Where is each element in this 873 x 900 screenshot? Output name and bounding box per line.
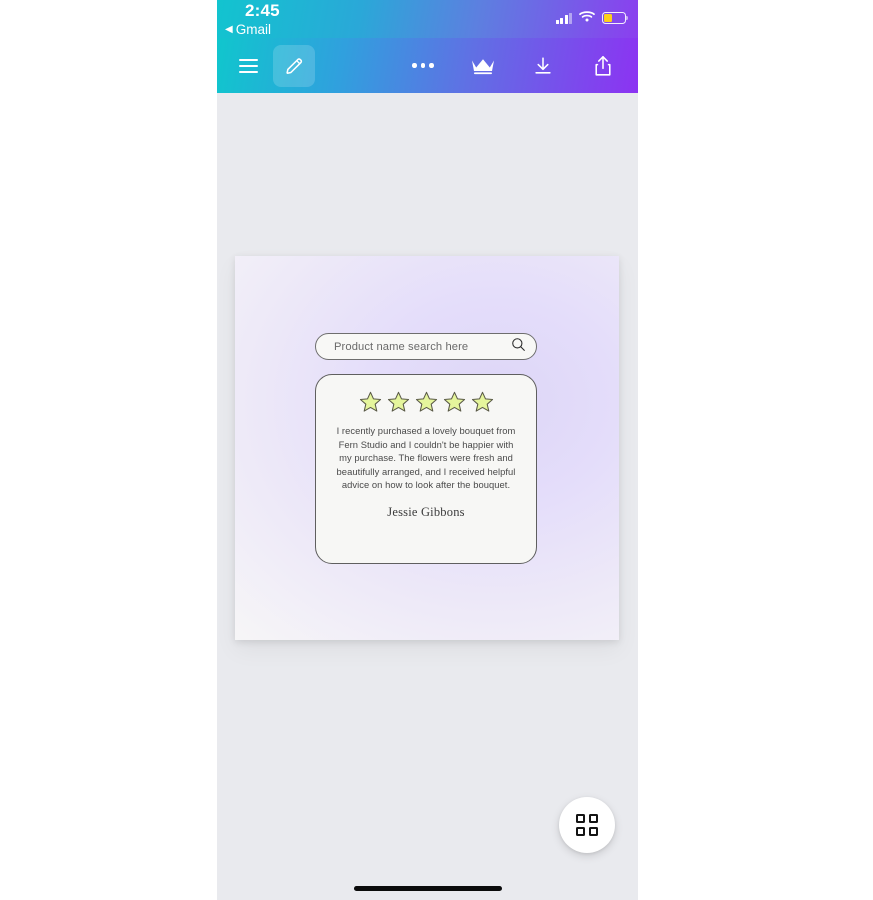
testimonial-text: I recently purchased a lovely bouquet fr… — [336, 425, 516, 491]
toolbar-left-group — [217, 44, 315, 87]
testimonial-card[interactable]: I recently purchased a lovely bouquet fr… — [315, 374, 537, 564]
crown-icon[interactable] — [466, 49, 500, 83]
phone-screen: 2:45 ◀ Gmail Product name search here I … — [217, 0, 638, 900]
star-icon — [359, 391, 382, 413]
star-icon — [471, 391, 494, 413]
testimonial-author: Jessie Gibbons — [387, 504, 465, 519]
design-canvas[interactable]: Product name search here I recently purc… — [235, 256, 619, 640]
battery-low-icon — [602, 12, 629, 24]
search-icon — [511, 337, 526, 357]
app-toolbar — [217, 38, 638, 93]
status-bar: 2:45 ◀ Gmail — [217, 0, 638, 38]
star-rating — [332, 391, 520, 413]
star-icon — [387, 391, 410, 413]
home-indicator — [353, 886, 502, 891]
status-bar-time: 2:45 — [245, 1, 280, 20]
back-to-gmail-link[interactable]: ◀ Gmail — [225, 22, 271, 37]
share-icon[interactable] — [586, 49, 620, 83]
star-icon — [443, 391, 466, 413]
wifi-icon — [579, 9, 595, 27]
status-bar-indicators — [555, 9, 629, 27]
hamburger-menu-icon[interactable] — [231, 49, 265, 83]
back-arrow-icon: ◀ — [225, 23, 233, 35]
editor-area[interactable]: Product name search here I recently purc… — [217, 93, 638, 900]
more-options-icon[interactable] — [406, 49, 440, 83]
cellular-signal-icon — [555, 12, 572, 24]
search-input[interactable]: Product name search here — [315, 333, 537, 360]
back-link-label: Gmail — [235, 22, 271, 37]
pencil-edit-icon[interactable] — [273, 44, 315, 87]
toolbar-right-group — [406, 49, 638, 83]
grid-layout-icon — [576, 814, 598, 836]
search-placeholder: Product name search here — [334, 340, 469, 353]
download-icon[interactable] — [526, 49, 560, 83]
star-icon — [415, 391, 438, 413]
grid-layout-button[interactable] — [559, 797, 615, 853]
